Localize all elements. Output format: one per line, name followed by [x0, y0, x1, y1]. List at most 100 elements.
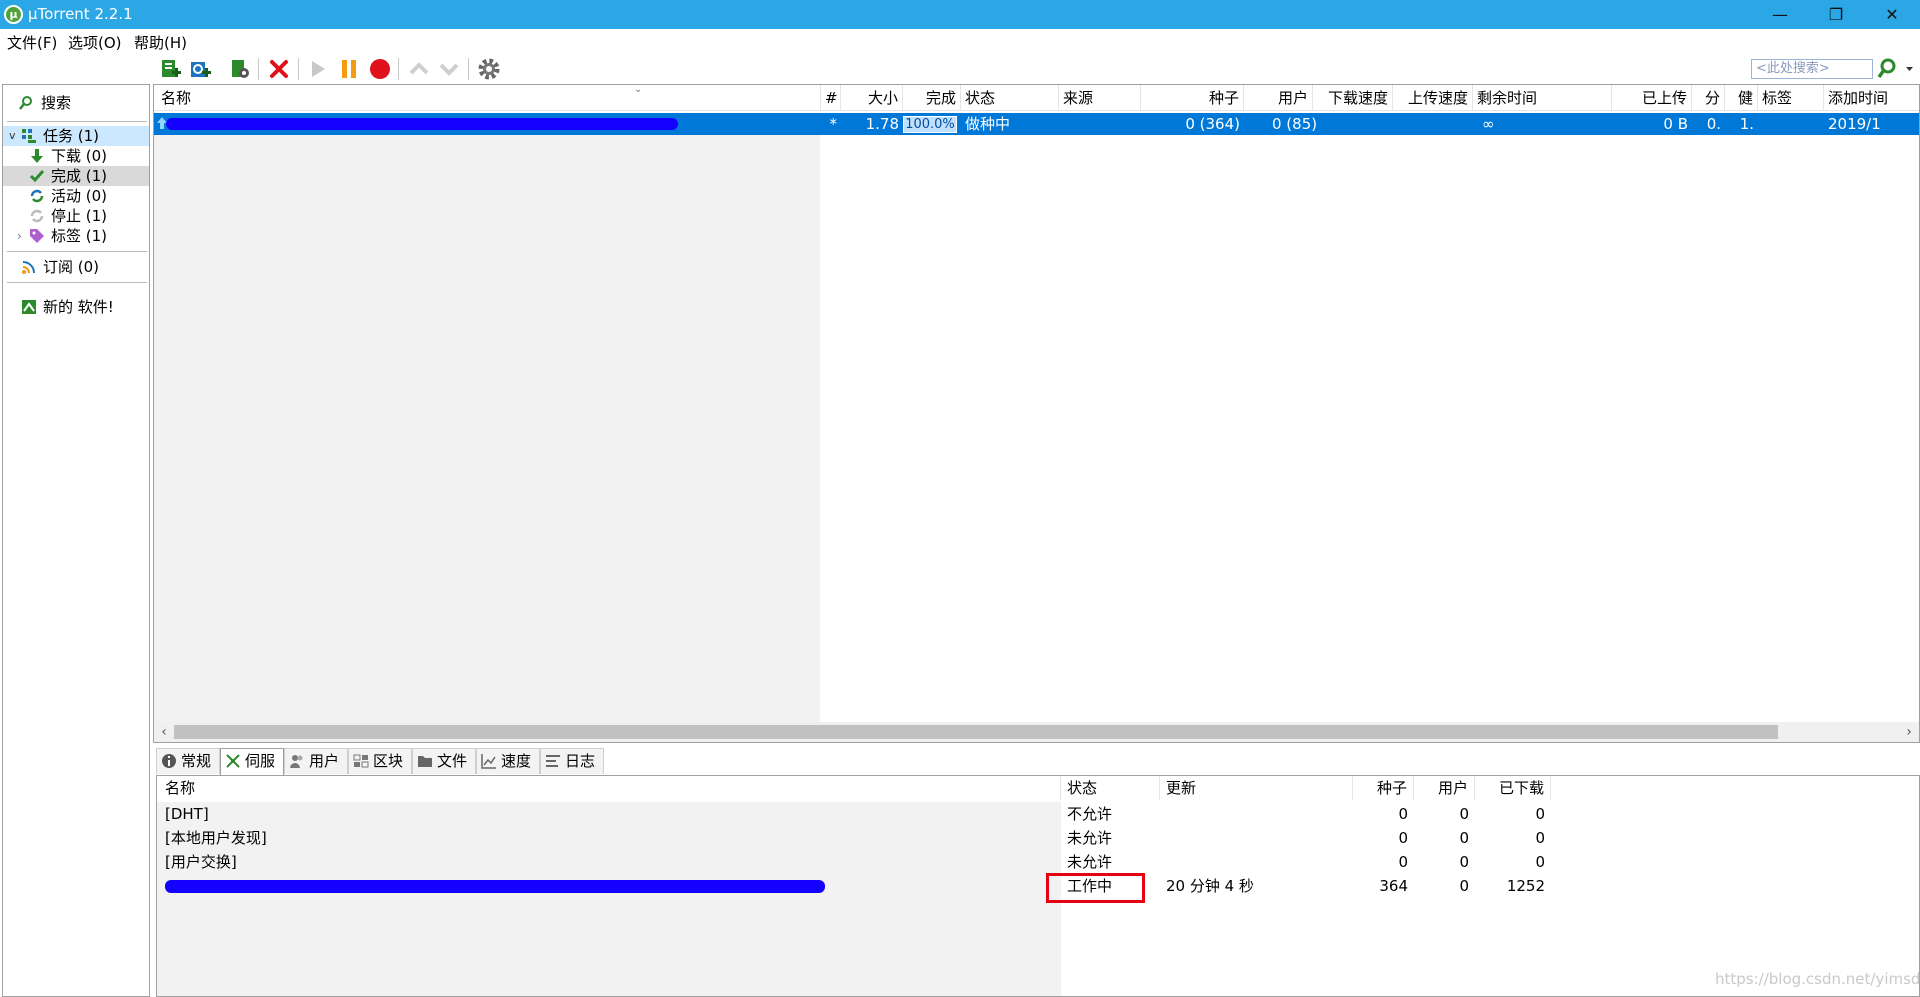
preferences-button[interactable]: [476, 56, 502, 82]
torrents-icon: [22, 129, 36, 143]
close-button[interactable]: ✕: [1864, 0, 1920, 29]
sidebar-item-feeds[interactable]: 订阅 (0): [3, 257, 149, 277]
search-icon: [19, 96, 32, 110]
sidebar-item-label: 新的 软件!: [43, 298, 114, 316]
column-done[interactable]: 完成: [903, 85, 961, 111]
column-up-speed[interactable]: 上传速度: [1393, 85, 1473, 111]
column-tracker-name[interactable]: 名称: [157, 776, 1061, 800]
column-label[interactable]: 标签: [1758, 85, 1824, 111]
stop-button[interactable]: [367, 56, 393, 82]
column-peers[interactable]: 用户: [1244, 85, 1313, 111]
sidebar-item-labels[interactable]: › 标签 (1): [3, 226, 149, 246]
sidebar-divider: [7, 282, 147, 283]
tab-label: 伺服: [245, 752, 276, 770]
tab-files[interactable]: 文件: [412, 748, 476, 774]
tab-pieces[interactable]: 区块: [348, 748, 412, 774]
cell-ratio: 0.: [1706, 115, 1721, 133]
redacted-tracker-url: [165, 880, 825, 893]
column-eta[interactable]: 剩余时间: [1473, 85, 1612, 111]
column-source[interactable]: 来源: [1059, 85, 1141, 111]
add-torrent-icon: [162, 60, 181, 77]
menu-help[interactable]: 帮助(H): [134, 32, 187, 53]
column-tracker-downloaded[interactable]: 已下载: [1475, 776, 1551, 800]
column-tracker-status[interactable]: 状态: [1061, 776, 1160, 800]
tab-label: 文件: [437, 752, 468, 770]
column-tracker-peers[interactable]: 用户: [1414, 776, 1475, 800]
search-button[interactable]: [1877, 57, 1915, 81]
minimize-button[interactable]: —: [1752, 0, 1808, 29]
speed-graph-icon: [481, 754, 496, 769]
scroll-right-icon[interactable]: ›: [1899, 722, 1919, 742]
column-queue[interactable]: #: [821, 85, 841, 111]
pause-icon: [342, 60, 356, 78]
move-up-button[interactable]: [406, 56, 432, 82]
pause-button[interactable]: [336, 56, 362, 82]
column-status[interactable]: 状态: [961, 85, 1059, 111]
utorrent-logo-icon: µ: [4, 5, 23, 24]
tracker-status: 未允许: [1067, 853, 1113, 871]
tab-general[interactable]: 常规: [156, 748, 220, 774]
scrollbar-thumb[interactable]: [174, 725, 1778, 739]
column-down-speed[interactable]: 下载速度: [1313, 85, 1393, 111]
scroll-left-icon[interactable]: ‹: [154, 722, 174, 742]
tab-label: 用户: [309, 752, 340, 770]
column-health[interactable]: 健: [1725, 85, 1758, 111]
tracker-row[interactable]: [本地用户发现] 未允许 0 0 0: [157, 826, 1919, 850]
users-icon: [290, 755, 303, 768]
sidebar-divider: [7, 121, 147, 122]
tracker-row[interactable]: [用户交换] 未允许 0 0 0: [157, 850, 1919, 874]
tracker-update: [1160, 802, 1353, 826]
move-down-button[interactable]: [436, 56, 462, 82]
tracker-row[interactable]: 工作中 20 分钟 4 秒 364 0 1252: [157, 874, 1919, 898]
column-uploaded[interactable]: 已上传: [1612, 85, 1692, 111]
sidebar-item-label: 搜索: [41, 94, 72, 112]
sidebar-item-download[interactable]: 下载 (0): [3, 146, 149, 166]
sidebar-item-label: 停止 (1): [51, 207, 108, 225]
cell-peers: 0 (85): [1272, 115, 1318, 133]
cell-seeds: 0 (364): [1185, 115, 1240, 133]
sidebar-item-label: 任务 (1): [43, 127, 100, 145]
search-input[interactable]: <此处搜索>: [1751, 59, 1873, 79]
highlight-annotation: [1046, 873, 1145, 903]
sidebar-item-tasks[interactable]: v 任务 (1): [3, 126, 149, 146]
tab-peers[interactable]: 用户: [284, 748, 348, 774]
menu-file[interactable]: 文件(F): [7, 32, 57, 53]
create-torrent-button[interactable]: [227, 56, 253, 82]
chevron-right-icon[interactable]: ›: [17, 226, 22, 246]
remove-button[interactable]: [266, 56, 292, 82]
tracker-seeds: 0: [1398, 829, 1408, 847]
rss-icon: [22, 261, 35, 274]
column-name[interactable]: 名称: [154, 85, 821, 111]
log-icon: [546, 755, 560, 767]
horizontal-scrollbar[interactable]: ‹ ›: [154, 722, 1919, 742]
sidebar-item-search[interactable]: 搜索: [3, 93, 149, 113]
restore-button[interactable]: ❐: [1808, 0, 1864, 29]
sidebar-item-new-software[interactable]: 新的 软件!: [3, 297, 149, 317]
tab-trackers[interactable]: 伺服: [220, 748, 284, 775]
tracker-downloaded: 0: [1535, 853, 1545, 871]
tracker-status: 不允许: [1067, 805, 1113, 823]
tracker-row[interactable]: [DHT] 不允许 0 0 0: [157, 802, 1919, 826]
tracker-seeds: 364: [1379, 877, 1408, 895]
chevron-down-icon[interactable]: v: [9, 126, 16, 146]
detail-tabs: 常规 伺服 用户 区块 文件 速度 日志: [153, 748, 1920, 775]
tracker-name: [用户交换]: [165, 853, 237, 871]
sidebar-item-active[interactable]: 活动 (0): [3, 186, 149, 206]
menu-options[interactable]: 选项(O): [68, 32, 122, 53]
window-title: µTorrent 2.2.1: [28, 5, 133, 23]
column-tracker-update[interactable]: 更新: [1160, 776, 1353, 800]
column-added[interactable]: 添加时间: [1824, 85, 1919, 111]
tab-log[interactable]: 日志: [540, 748, 604, 774]
tab-speed[interactable]: 速度: [476, 748, 540, 774]
torrent-row[interactable]: * 1.78 100.0% 做种中 0 (364) 0 (85) ∞ 0 B 0…: [154, 113, 1919, 135]
column-size[interactable]: 大小: [841, 85, 903, 111]
column-seeds[interactable]: 种子: [1141, 85, 1244, 111]
add-torrent-button[interactable]: [157, 56, 183, 82]
sidebar-item-completed[interactable]: 完成 (1): [3, 166, 149, 186]
app-store-icon: [22, 300, 36, 314]
add-url-button[interactable]: [187, 56, 213, 82]
column-tracker-seeds[interactable]: 种子: [1353, 776, 1414, 800]
start-button[interactable]: [305, 56, 331, 82]
column-ratio[interactable]: 分: [1692, 85, 1725, 111]
sidebar-item-stopped[interactable]: 停止 (1): [3, 206, 149, 226]
